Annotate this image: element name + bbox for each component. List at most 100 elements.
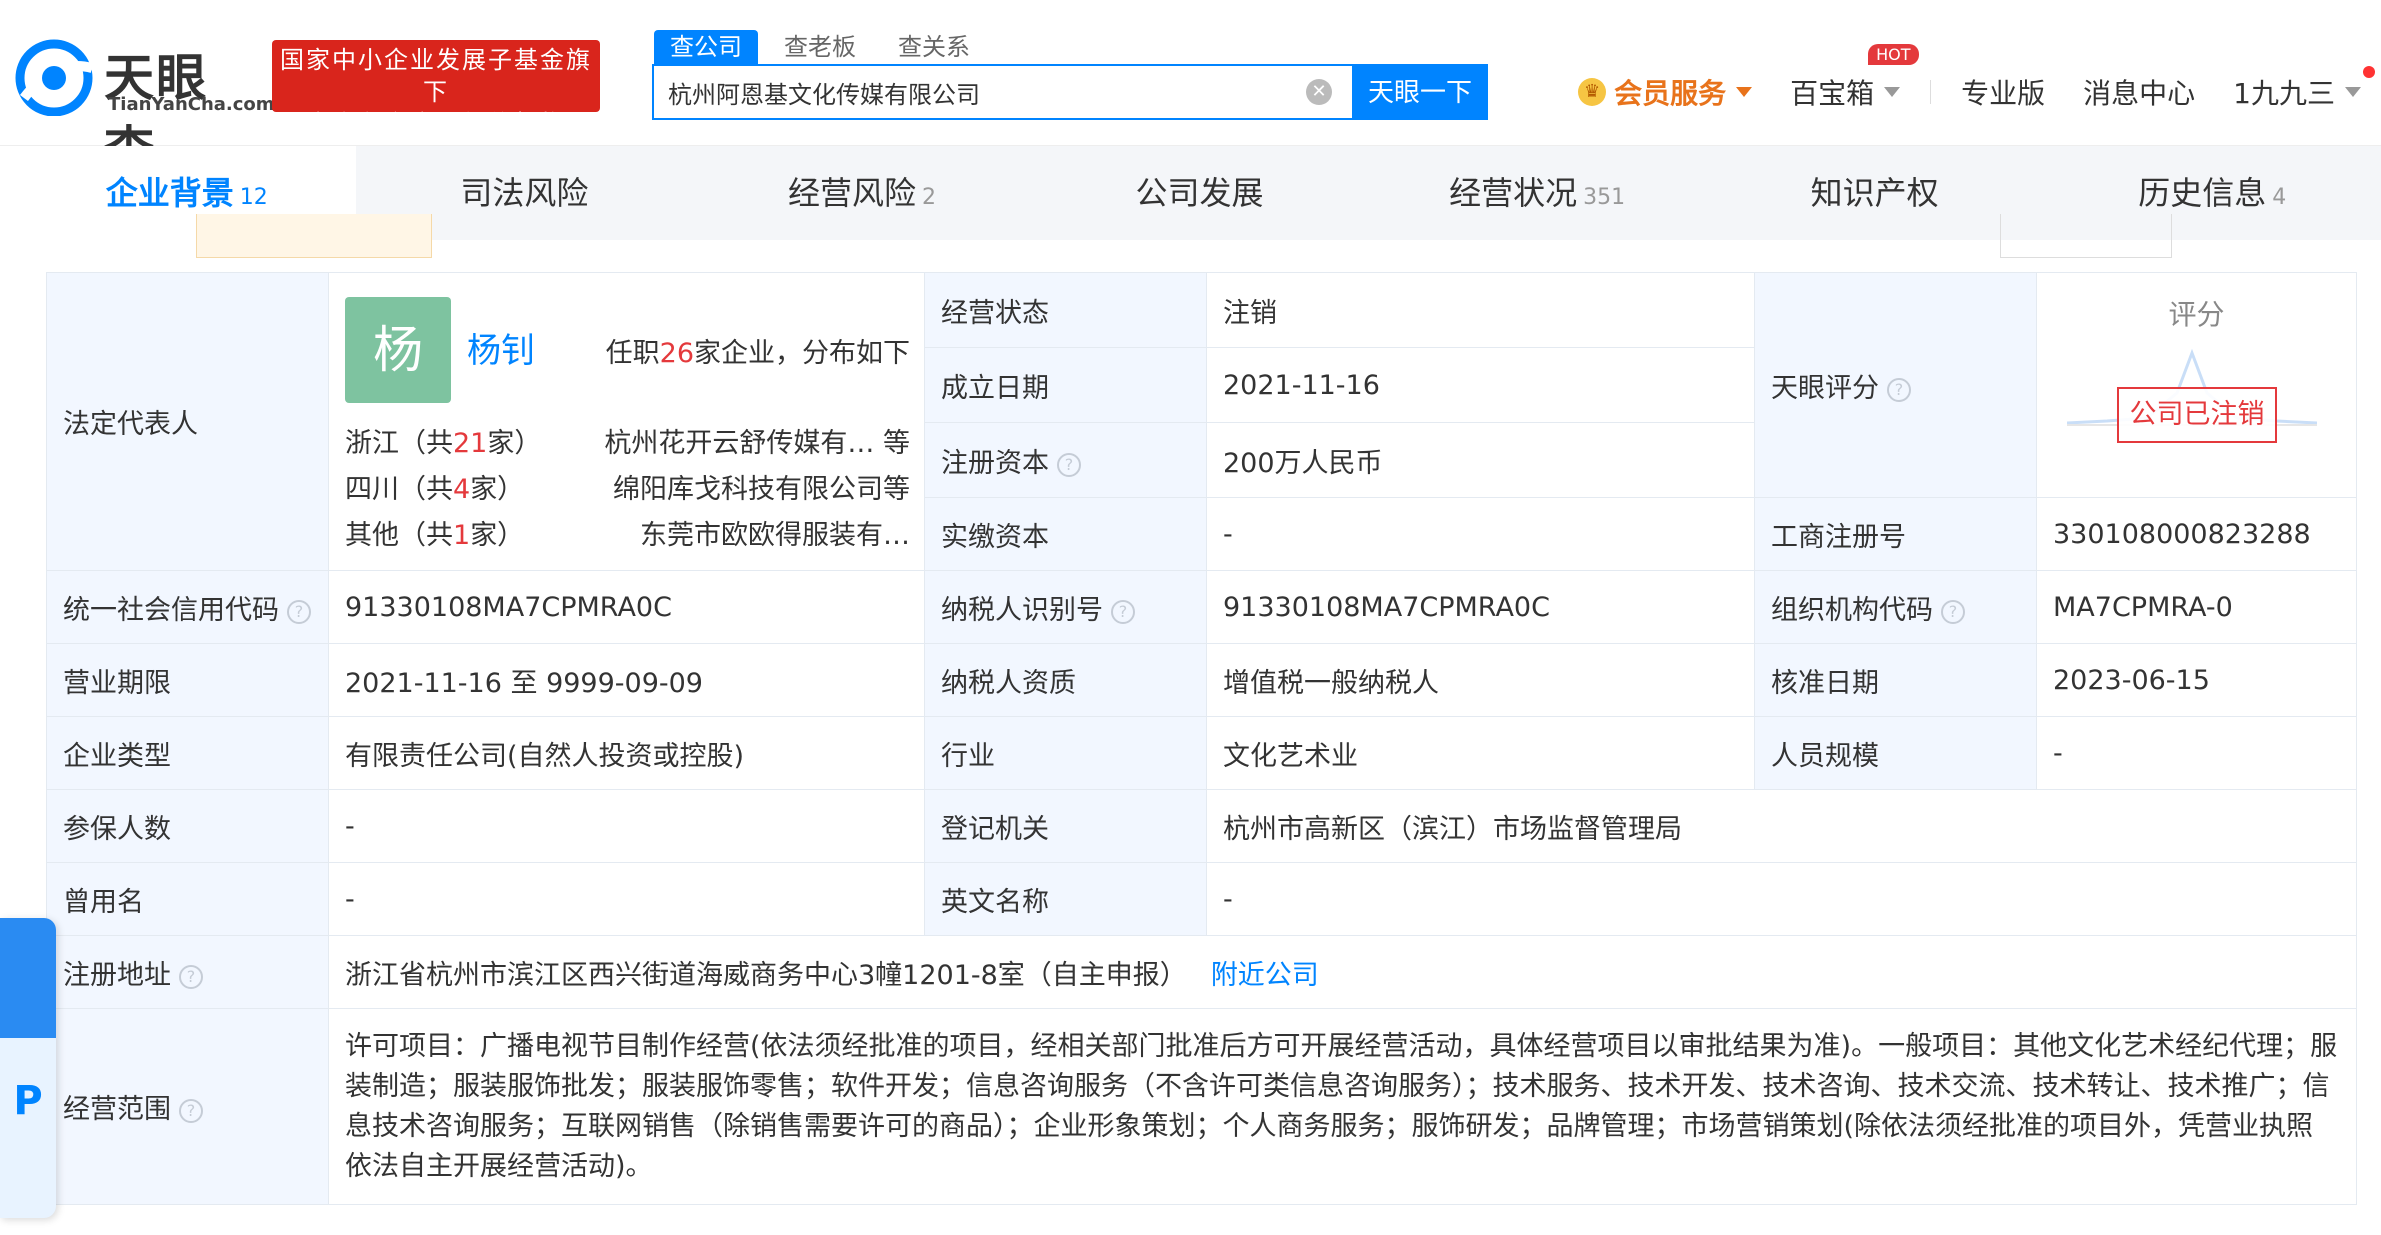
pro-version-link[interactable]: 专业版 (1961, 72, 2045, 112)
address-label-text: 注册地址 (63, 959, 171, 991)
crown-icon: ♛ (1578, 78, 1607, 106)
fund-badge: 国家中小企业发展子基金旗下 官方备案企业征信机构 (272, 40, 600, 138)
capital-label: 注册资本? (924, 422, 1207, 498)
insured-label: 参保人数 (46, 789, 329, 863)
message-center-link[interactable]: 消息中心 (2083, 72, 2195, 112)
term-label: 营业期限 (46, 643, 329, 717)
staff-size-label: 人员规模 (1754, 716, 2037, 790)
dist-row-zhejiang[interactable]: 浙江（共21家） 杭州花开云舒传媒有… 等 (345, 421, 910, 461)
help-icon[interactable]: ? (179, 964, 203, 989)
regno-label: 工商注册号 (1754, 497, 2037, 571)
help-icon[interactable]: ? (1111, 599, 1135, 624)
chevron-down-icon (1884, 87, 1901, 97)
business-scope-value: 许可项目：广播电视节目制作经营(依法须经批准的项目，经相关部门批准后方可开展经营… (328, 1008, 2357, 1205)
tab-search-boss[interactable]: 查老板 (768, 30, 872, 64)
count-number: 26 (659, 338, 694, 369)
nearby-companies-link[interactable]: 附近公司 (1211, 960, 1319, 991)
status-value: 注销 (1206, 272, 1755, 348)
help-icon[interactable]: ? (1057, 452, 1081, 477)
rating-label-text: 天眼评分 (1771, 372, 1879, 404)
vip-label: 会员服务 (1614, 77, 1727, 110)
search-type-tabs: 查公司 查老板 查关系 (654, 30, 996, 64)
rating-title: 评分 (2168, 298, 2225, 331)
top-header: 天眼查 TianYanCha.com 国家中小企业发展子基金旗下 官方备案企业征… (0, 0, 2381, 179)
tab-count: 2 (921, 185, 936, 210)
hidden-export-button[interactable] (2000, 214, 2172, 258)
widget-icon (0, 918, 56, 1038)
help-icon[interactable]: ? (1941, 599, 1965, 624)
dist-region: 其他（共1家） (345, 513, 524, 553)
authority-value: 杭州市高新区（滨江）市场监督管理局 (1206, 789, 2357, 863)
notification-dot (2363, 66, 2375, 78)
dist-company: 绵阳库戈科技有限公司等 (613, 474, 910, 505)
company-type-label: 企业类型 (46, 716, 329, 790)
tab-label: 企业背景 (105, 174, 234, 212)
tianyancha-logo-icon (15, 39, 94, 116)
credit-code-value: 91330108MA7CPMRA0C (328, 570, 925, 644)
search-input[interactable] (668, 66, 1288, 118)
tab-operating-risk[interactable]: 经营风险 2 (693, 146, 1031, 240)
capital-label-text: 注册资本 (941, 447, 1049, 479)
dist-post: 家） (470, 520, 525, 551)
english-name-label: 英文名称 (924, 862, 1207, 936)
english-name-value: - (1206, 862, 2357, 936)
tax-qualification-label: 纳税人资质 (924, 643, 1207, 717)
approve-date-label: 核准日期 (1754, 643, 2037, 717)
address-value: 浙江省杭州市滨江区西兴街道海威商务中心3幢1201-8室（自主申报） 附近公司 (328, 935, 2357, 1009)
vip-service-menu[interactable]: ♛ 会员服务 (1578, 72, 1753, 112)
fund-badge-line1: 国家中小企业发展子基金旗下 (280, 46, 592, 106)
tab-intellectual-property[interactable]: 知识产权 (1706, 146, 2044, 240)
company-type-value: 有限责任公司(自然人投资或控股) (328, 716, 925, 790)
avatar[interactable]: 杨 (345, 297, 451, 403)
org-code-value: MA7CPMRA-0 (2036, 570, 2357, 644)
user-menu[interactable]: 1九九三 (2233, 66, 2375, 112)
help-icon[interactable]: ? (179, 1099, 203, 1123)
business-info-table: 法定代表人 杨 杨钊 任职26家企业，分布如下 浙江（共21家） 杭州花开云舒传… (46, 272, 2357, 1205)
address-label: 注册地址? (46, 935, 329, 1009)
tab-label: 知识产权 (1810, 174, 1939, 212)
baibaoxiang-menu[interactable]: 百宝箱 HOT (1790, 44, 1919, 112)
authority-label: 登记机关 (924, 789, 1207, 863)
logo[interactable]: 天眼查 TianYanCha.com (14, 38, 275, 179)
tab-operating-status[interactable]: 经营状况 351 (1368, 146, 1706, 240)
help-icon[interactable]: ? (287, 599, 311, 624)
tab-company-development[interactable]: 公司发展 (1031, 146, 1369, 240)
dist-region: 浙江（共21家） (345, 421, 541, 461)
credit-label-text: 统一社会信用代码 (63, 594, 279, 626)
legal-rep-name[interactable]: 杨钊 (467, 323, 535, 372)
tab-count: 12 (239, 185, 268, 210)
tab-label: 司法风险 (460, 174, 589, 212)
chevron-down-icon (2345, 87, 2361, 97)
deregistered-stamp: 公司已注销 (2117, 387, 2277, 443)
staff-size-value: - (2036, 716, 2357, 790)
scope-label-text: 经营范围 (63, 1094, 171, 1125)
floating-app-widget[interactable]: P (0, 918, 56, 1218)
org-code-label: 组织机构代码? (1754, 570, 2037, 644)
founded-value: 2021-11-16 (1206, 347, 1755, 423)
clear-icon[interactable]: ✕ (1306, 79, 1332, 105)
approve-date-value: 2023-06-15 (2036, 643, 2357, 717)
tab-label: 经营状况 (1449, 174, 1578, 212)
address-text: 浙江省杭州市滨江区西兴街道海威商务中心3幢1201-8室（自主申报） (345, 959, 1187, 991)
org-label-text: 组织机构代码 (1771, 594, 1933, 626)
dist-row-other[interactable]: 其他（共1家） 东莞市欧欧得服装有… (345, 513, 910, 553)
nav-divider (1930, 80, 1932, 104)
paid-capital-value: - (1206, 497, 1755, 571)
help-icon[interactable]: ? (1887, 377, 1911, 402)
former-name-value: - (328, 862, 925, 936)
industry-value: 文化艺术业 (1206, 716, 1755, 790)
search-button[interactable]: 天眼一下 (1352, 64, 1488, 120)
dist-row-sichuan[interactable]: 四川（共4家） 绵阳库戈科技有限公司等 (345, 467, 910, 507)
tab-search-company[interactable]: 查公司 (654, 30, 758, 64)
logo-domain: TianYanCha.com (108, 94, 275, 115)
paid-capital-label: 实缴资本 (924, 497, 1207, 571)
search-box: ✕ (652, 64, 1352, 120)
dist-pre: 浙江（共 (345, 428, 453, 459)
rating-cell: 评分 公司已注销 (2036, 272, 2357, 498)
dist-count: 21 (453, 428, 488, 459)
baibaoxiang-label: 百宝箱 (1790, 77, 1875, 110)
tab-search-relation[interactable]: 查关系 (882, 30, 986, 64)
dist-post: 家） (470, 474, 525, 505)
legal-rep-cell: 杨 杨钊 任职26家企业，分布如下 浙江（共21家） 杭州花开云舒传媒有… 等 … (328, 272, 925, 571)
tab-count: 351 (1583, 185, 1626, 210)
